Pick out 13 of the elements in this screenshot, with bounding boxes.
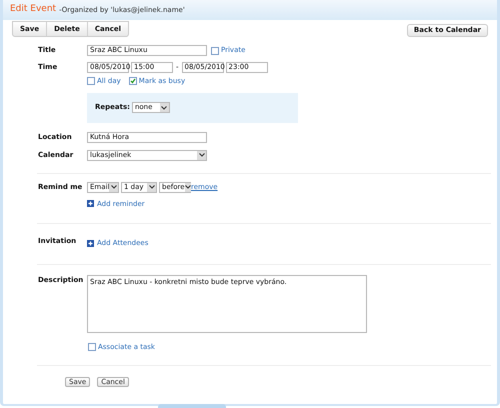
dropdown-icon [197,150,206,160]
dropdown-icon [160,103,169,112]
plus-icon [87,200,94,208]
dropdown-icon [147,182,156,192]
checkbox[interactable] [211,46,219,54]
plus-icon [87,240,94,247]
checkbox[interactable] [87,77,95,86]
resize-handle[interactable] [158,404,226,408]
page-title: Edit Event [10,3,56,16]
checkbox[interactable] [88,342,96,351]
dropdown-icon [184,182,191,192]
dropdown-icon [109,182,118,192]
checkbox[interactable] [128,77,137,86]
